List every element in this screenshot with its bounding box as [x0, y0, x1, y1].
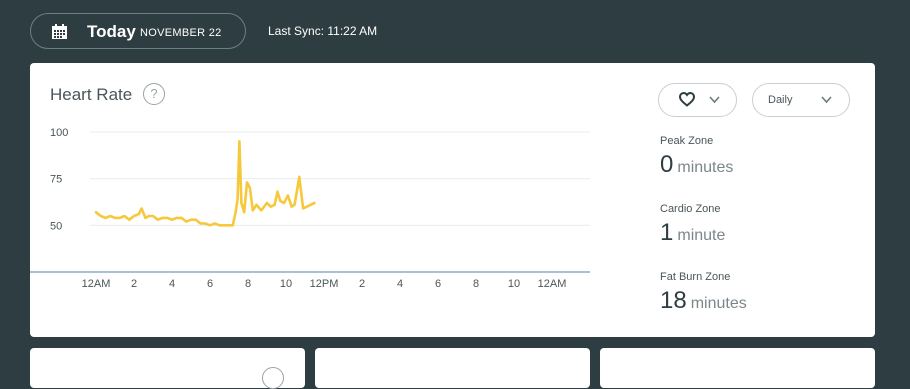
cardio-zone: Cardio Zone 1 minute — [660, 203, 725, 247]
x-tick-label: 12AM — [82, 278, 111, 290]
calendar-icon — [52, 24, 67, 39]
fat-burn-zone: Fat Burn Zone 18 minutes — [660, 271, 747, 315]
zone-number: 1 — [660, 219, 674, 246]
heart-rate-chart: 100 75 50 12AM 2 4 6 8 10 12PM 2 4 6 8 10 12AM — [30, 127, 590, 290]
x-tick-label: 10 — [280, 278, 292, 290]
zone-number: 18 — [660, 287, 687, 314]
x-tick-label: 12PM — [310, 278, 339, 290]
date-selector[interactable]: Today NOVEMBER 22 — [30, 13, 246, 49]
today-label: Today — [87, 22, 136, 41]
x-tick-label: 10 — [508, 278, 520, 290]
x-tick-label: 2 — [131, 278, 137, 290]
zone-unit: minutes — [690, 295, 747, 312]
x-tick-label: 12AM — [538, 278, 567, 290]
heart-rate-card: Heart Rate ? 100 75 50 12AM 2 4 6 8 10 12PM 2 4 6 8 10… — [30, 63, 875, 337]
heart-icon — [679, 92, 695, 107]
zone-label: Peak Zone — [660, 135, 714, 147]
x-tick-label: 6 — [435, 278, 441, 290]
zone-unit: minutes — [677, 159, 734, 176]
x-tick-label: 4 — [169, 278, 175, 290]
summary-card — [600, 348, 875, 388]
x-tick-label: 8 — [245, 278, 251, 290]
last-sync-label: Last Sync: 11:22 AM — [268, 24, 378, 38]
zone-value: 0 minutes — [660, 151, 733, 179]
chevron-down-icon — [821, 96, 832, 104]
y-tick-label: 100 — [50, 127, 68, 139]
zone-number: 0 — [660, 151, 674, 178]
zone-value: 18 minutes — [660, 287, 747, 315]
chevron-down-icon — [709, 96, 720, 104]
zone-label: Fat Burn Zone — [660, 271, 731, 283]
x-tick-label: 8 — [473, 278, 479, 290]
heart-rate-line — [94, 140, 316, 227]
x-tick-label: 6 — [207, 278, 213, 290]
summary-card — [315, 348, 590, 388]
zone-unit: minute — [677, 227, 726, 244]
y-tick-label: 75 — [50, 174, 62, 186]
zone-label: Cardio Zone — [660, 203, 721, 215]
range-dropdown[interactable]: Daily — [752, 83, 850, 117]
peak-zone: Peak Zone 0 minutes — [660, 135, 733, 179]
summary-card — [30, 348, 305, 389]
y-tick-label: 50 — [50, 220, 62, 232]
x-tick-label: 4 — [397, 278, 403, 290]
zone-value: 1 minute — [660, 219, 725, 247]
x-tick-label: 2 — [359, 278, 365, 290]
metric-dropdown[interactable] — [658, 83, 737, 117]
date-label: NOVEMBER 22 — [140, 27, 222, 39]
help-icon[interactable] — [262, 367, 284, 389]
range-dropdown-label: Daily — [768, 94, 793, 106]
